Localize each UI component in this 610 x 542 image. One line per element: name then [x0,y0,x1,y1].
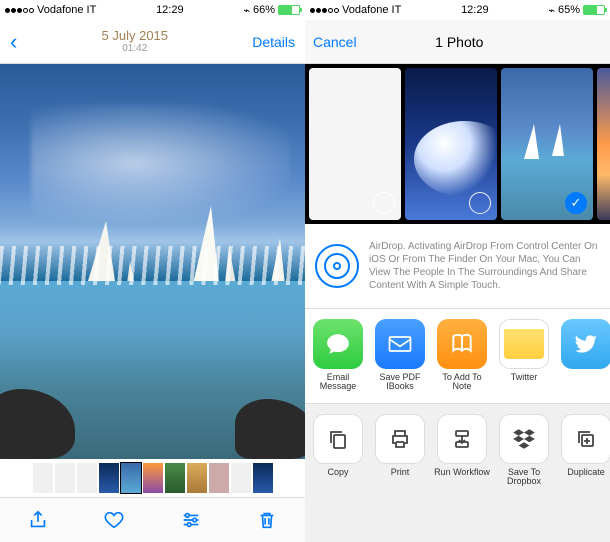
details-button[interactable]: Details [252,34,295,50]
share-label: Twitter [511,373,538,395]
action-print[interactable]: Print [371,414,429,499]
bluetooth-icon: ⌁ [243,4,250,17]
share-notes[interactable]: Twitter [495,319,553,403]
bluetooth-icon: ⌁ [548,4,555,17]
status-bar: Vodafone IT 12:29 ⌁ 65% [305,0,610,20]
selection-count: 1 Photo [357,34,562,50]
action-workflow[interactable]: Run Workflow [433,414,491,499]
airdrop-text: AirDrop. Activating AirDrop From Control… [369,240,600,292]
thumb-item[interactable] [405,68,497,220]
cancel-button[interactable]: Cancel [313,34,357,50]
battery-pct: 66% [253,4,275,16]
duplicate-icon [561,414,610,464]
battery-icon [278,5,300,15]
thumb-item[interactable] [597,68,610,220]
nav-bar: ‹ 5 July 2015 01:42 Details [0,20,305,64]
edit-sliders-icon[interactable] [180,509,202,531]
nav-bar: Cancel 1 Photo [305,20,610,64]
share-label: Save PDF IBooks [371,373,429,395]
photo-view[interactable] [0,64,305,459]
print-icon [375,414,425,464]
airdrop-section[interactable]: AirDrop. Activating AirDrop From Control… [305,224,610,309]
share-sheet-pane: Vodafone IT 12:29 ⌁ 65% Cancel 1 Photo ✓… [305,0,610,542]
share-icon[interactable] [27,509,49,531]
copy-icon [313,414,363,464]
toolbar [0,497,305,542]
battery-icon [583,5,605,15]
notes-icon [499,319,549,369]
back-button[interactable]: ‹ [10,29,17,55]
status-bar: Vodafone IT 12:29 ⌁ 66% [0,0,305,20]
selectable-thumbnails[interactable]: ✓ [305,64,610,224]
action-label: Run Workflow [434,468,490,490]
share-label: To Add To Note [433,373,491,395]
messages-icon [313,319,363,369]
share-apps-row[interactable]: Email Message Save PDF IBooks To Add To … [305,309,610,404]
photo-detail-pane: Vodafone IT 12:29 ⌁ 66% ‹ 5 July 2015 01… [0,0,305,542]
action-label: Duplicate [567,468,605,490]
favorite-icon[interactable] [103,509,125,531]
twitter-icon [561,319,610,369]
thumb-item[interactable] [309,68,401,220]
action-label: Print [391,468,410,490]
signal-strength-icon [310,8,339,13]
mail-icon [375,319,425,369]
share-ibooks[interactable]: To Add To Note [433,319,491,403]
actions-row[interactable]: Copy Print Run Workflow Save To Dropbox … [305,404,610,499]
share-label: Email Message [309,373,367,395]
share-mail[interactable]: Save PDF IBooks [371,319,429,403]
airdrop-icon [315,244,359,288]
trash-icon[interactable] [256,509,278,531]
dropbox-icon [499,414,549,464]
photo-date: 5 July 2015 [102,29,169,43]
carrier-label: Vodafone IT [342,4,401,16]
workflow-icon [437,414,487,464]
share-messages[interactable]: Email Message [309,319,367,403]
action-copy[interactable]: Copy [309,414,367,499]
nav-title: 5 July 2015 01:42 [102,29,169,54]
thumb-item-selected[interactable]: ✓ [501,68,593,220]
battery-pct: 65% [558,4,580,16]
share-twitter[interactable] [557,319,610,403]
clock: 12:29 [156,4,184,16]
ibooks-icon [437,319,487,369]
action-duplicate[interactable]: Duplicate [557,414,610,499]
clock: 12:29 [461,4,489,16]
check-icon: ✓ [565,192,587,214]
filmstrip-scrubber[interactable] [0,459,305,497]
action-label: Save To Dropbox [495,468,553,490]
signal-strength-icon [5,8,34,13]
photo-time: 01:42 [102,43,169,54]
action-dropbox[interactable]: Save To Dropbox [495,414,553,499]
action-label: Copy [327,468,348,490]
carrier-label: Vodafone IT [37,4,96,16]
